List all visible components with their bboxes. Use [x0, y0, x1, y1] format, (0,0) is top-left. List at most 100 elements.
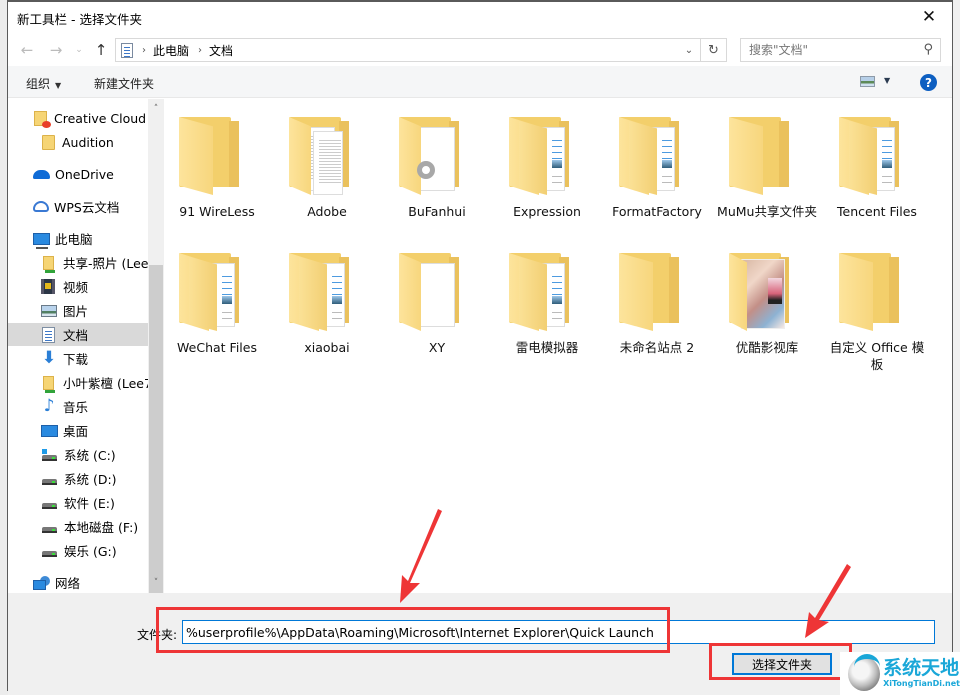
folder-name: FormatFactory: [612, 204, 702, 219]
drive-icon: [42, 478, 57, 485]
search-icon[interactable]: ⚲: [923, 42, 933, 57]
scrollbar-thumb[interactable]: [149, 265, 163, 593]
documents-icon: [42, 326, 55, 343]
folder-item[interactable]: MuMu共享文件夹: [717, 99, 817, 229]
sidebar-item-drive-e[interactable]: 软件 (E:): [8, 491, 148, 514]
watermark-url: XiTongTianDi.net: [883, 679, 960, 688]
watermark-logo: 系统天地 XiTongTianDi.net: [840, 652, 960, 695]
sidebar-item-documents[interactable]: 文档: [8, 323, 148, 346]
sidebar-item-downloads[interactable]: ⬇ 下载: [8, 347, 148, 370]
folder-icon: [399, 117, 463, 197]
folder-content-view: 91 WireLess Adobe BuFanhui Expression Format…: [165, 99, 952, 593]
folder-item[interactable]: Tencent Files: [827, 99, 927, 229]
sidebar-item-wps-cloud[interactable]: WPS云文档: [8, 195, 148, 218]
organize-button[interactable]: 组织 ▼: [26, 75, 61, 92]
folder-name: WeChat Files: [177, 340, 257, 355]
address-dropdown-chevron-icon[interactable]: ⌄: [679, 39, 699, 61]
folder-icon: [509, 117, 573, 197]
folder-name: XY: [428, 340, 446, 355]
folder-item[interactable]: BuFanhui: [387, 99, 487, 229]
drive-icon: [42, 550, 57, 557]
sidebar-item-shared-xiaoyezitan[interactable]: 小叶紫檀 (Lee77): [8, 371, 148, 394]
sidebar-item-music[interactable]: ♪ 音乐: [8, 395, 148, 418]
scroll-down-arrow-icon[interactable]: ˅: [148, 575, 164, 591]
command-toolbar: 组织 ▼ 新建文件夹 ▼ ?: [8, 66, 952, 98]
folder-icon: [509, 253, 573, 333]
folder-item[interactable]: XY: [387, 235, 487, 365]
folder-item[interactable]: 91 WireLess: [167, 99, 267, 229]
up-arrow-icon[interactable]: ↑: [90, 39, 112, 61]
scroll-up-arrow-icon[interactable]: ˄: [148, 101, 164, 117]
folder-item[interactable]: xiaobai: [277, 235, 377, 365]
sidebar-item-network[interactable]: 网络: [8, 571, 148, 593]
folder-icon: [179, 253, 243, 333]
drive-icon: [42, 526, 57, 533]
navigation-bar: ← → ⌄ ↑ › 此电脑 › 文档 ⌄ ↻ ⚲: [8, 34, 952, 66]
documents-location-icon: [121, 42, 133, 58]
forward-arrow-icon[interactable]: →: [45, 39, 67, 61]
folder-icon: [839, 117, 903, 197]
onedrive-cloud-icon: [33, 170, 50, 179]
breadcrumb-this-pc[interactable]: 此电脑: [153, 42, 189, 59]
desktop-icon: [41, 424, 58, 437]
folder-item[interactable]: FormatFactory: [607, 99, 707, 229]
watermark-title: 系统天地: [883, 657, 960, 679]
folder-icon: [839, 253, 903, 333]
address-bar[interactable]: › 此电脑 › 文档 ⌄ ↻: [115, 38, 727, 62]
breadcrumb-documents[interactable]: 文档: [209, 42, 233, 59]
refresh-icon[interactable]: ↻: [700, 39, 726, 61]
folder-item[interactable]: Expression: [497, 99, 597, 229]
folder-name: 91 WireLess: [179, 204, 255, 219]
sidebar-item-drive-c[interactable]: 系统 (C:): [8, 443, 148, 466]
search-box[interactable]: ⚲: [740, 38, 941, 62]
sidebar-item-drive-f[interactable]: 本地磁盘 (F:): [8, 515, 148, 538]
navigation-pane-scrollbar[interactable]: ˄ ˅: [148, 99, 164, 593]
folder-item[interactable]: 未命名站点 2: [607, 235, 707, 365]
folder-name: Expression: [513, 204, 581, 219]
folder-item[interactable]: WeChat Files: [167, 235, 267, 365]
folder-name: 优酷影视库: [735, 340, 799, 355]
folder-path-input[interactable]: [182, 620, 935, 644]
search-input[interactable]: [741, 39, 911, 61]
new-folder-button[interactable]: 新建文件夹: [94, 75, 154, 92]
select-folder-button[interactable]: 选择文件夹: [732, 653, 832, 675]
folder-icon: [619, 117, 683, 197]
sidebar-item-audition[interactable]: Audition: [8, 131, 148, 154]
help-icon[interactable]: ?: [920, 74, 937, 91]
network-icon: [33, 575, 50, 590]
caret-down-icon: ▼: [55, 81, 62, 90]
system-drive-icon: [42, 448, 57, 461]
folder-name: Tencent Files: [837, 204, 917, 219]
close-button[interactable]: ✕: [906, 2, 952, 32]
folder-item[interactable]: 雷电模拟器: [497, 235, 597, 365]
folder-name: xiaobai: [304, 340, 350, 355]
title-bar: 新工具栏 - 选择文件夹 ✕: [8, 2, 952, 34]
folder-item[interactable]: 自定义 Office 模板: [827, 235, 927, 372]
sidebar-item-onedrive[interactable]: OneDrive: [8, 163, 148, 186]
folder-icon: [619, 253, 683, 333]
change-view-icon[interactable]: [860, 76, 875, 87]
sidebar-item-creative-cloud-files[interactable]: Creative Cloud Files: [8, 107, 148, 130]
organize-label: 组织: [26, 77, 51, 91]
breadcrumb-separator-icon[interactable]: ›: [198, 45, 202, 56]
sidebar-item-pictures[interactable]: 图片: [8, 299, 148, 322]
folder-item[interactable]: Adobe: [277, 99, 377, 229]
sidebar-item-desktop[interactable]: 桌面: [8, 419, 148, 442]
folder-name: MuMu共享文件夹: [717, 204, 817, 219]
sidebar-item-drive-g[interactable]: 娱乐 (G:): [8, 539, 148, 562]
dialog-footer: 文件夹: 选择文件夹: [8, 593, 952, 691]
folder-item[interactable]: 优酷影视库: [717, 235, 817, 365]
sidebar-item-drive-d[interactable]: 系统 (D:): [8, 467, 148, 490]
back-arrow-icon[interactable]: ←: [16, 39, 38, 61]
folder-icon: [289, 117, 353, 197]
computer-icon: [33, 232, 50, 249]
shared-folder-icon: [43, 375, 55, 393]
sidebar-item-videos[interactable]: 视频: [8, 275, 148, 298]
sidebar-item-this-pc[interactable]: 此电脑: [8, 227, 148, 250]
view-options-caret-icon[interactable]: ▼: [884, 76, 890, 85]
folder-icon: [729, 253, 793, 333]
folder-name: Adobe: [307, 204, 347, 219]
navigation-pane: Creative Cloud Files Audition OneDrive W…: [8, 99, 148, 593]
recent-locations-chevron-icon[interactable]: ⌄: [68, 39, 90, 61]
sidebar-item-shared-photos[interactable]: 共享-照片 (Lee77): [8, 251, 148, 274]
